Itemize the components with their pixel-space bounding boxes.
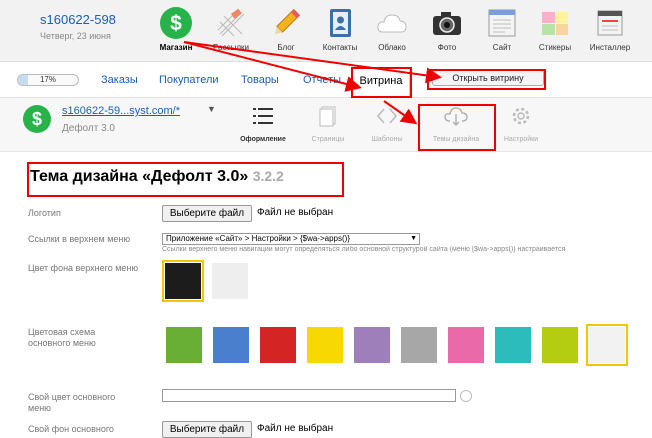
own-bg-label: Свой фон основного меню: [28, 424, 114, 438]
annotation-box-page-title: [27, 162, 344, 197]
app-site[interactable]: Сайт: [474, 6, 530, 52]
tool-label: Настройки: [503, 136, 539, 143]
scheme-swatch[interactable]: [260, 327, 296, 363]
app-bar: s160622-598 Четверг, 23 июня $ Магазин Р…: [0, 0, 652, 62]
own-color-label: Свой цвет основного меню: [28, 392, 116, 413]
app-label: Магазин: [159, 43, 193, 52]
logo-label: Логотип: [28, 208, 61, 218]
contacts-book-icon: [330, 9, 351, 37]
annotation-box-design-themes: [418, 104, 496, 151]
app-blog[interactable]: Блог: [258, 6, 314, 52]
choose-bg-file-button[interactable]: Выберите файл: [162, 421, 252, 438]
list-icon: [253, 108, 273, 124]
scheme-swatch[interactable]: [354, 327, 390, 363]
shop-nav-bar: 17% Заказы Покупатели Товары Отчеты Витр…: [0, 62, 652, 98]
tool-label: Оформление: [240, 136, 286, 143]
app-label: Стикеры: [538, 43, 572, 52]
storefront-header: $ s160622-59...syst.com/* ▼ Дефолт 3.0 О…: [0, 98, 652, 152]
app-label: Блог: [277, 43, 295, 52]
tool-templates[interactable]: Шаблоны: [352, 104, 422, 143]
shop-dollar-icon: $: [23, 105, 51, 133]
app-label: Облако: [378, 43, 406, 52]
annotation-box-open-showcase: [427, 69, 546, 90]
mailer-icon: [217, 8, 245, 37]
nav-customers[interactable]: Покупатели: [159, 74, 219, 86]
installer-icon: [597, 10, 623, 36]
bg-file-status: Файл не выбран: [257, 423, 334, 434]
scheme-swatch[interactable]: [448, 327, 484, 363]
app-label: Сайт: [492, 43, 512, 52]
pencil-icon: [274, 8, 301, 35]
scheme-swatch[interactable]: [166, 327, 202, 363]
storefront-theme-name: Дефолт 3.0: [62, 123, 115, 134]
tool-design[interactable]: Оформление: [228, 104, 298, 143]
top-menu-label: Ссылки в верхнем меню: [28, 234, 131, 244]
top-menu-value: Приложение «Сайт» > Настройки > {$wa->ap…: [166, 234, 350, 243]
scheme-swatch[interactable]: [495, 327, 531, 363]
progress-text: 17%: [39, 75, 56, 84]
chevron-down-icon[interactable]: ▼: [207, 104, 216, 114]
app-photos[interactable]: Фото: [419, 6, 475, 52]
logo-file-status: Файл не выбран: [257, 207, 334, 218]
scheme-swatch[interactable]: [307, 327, 343, 363]
storefront-url[interactable]: s160622-59...syst.com/*: [62, 105, 180, 117]
account-name[interactable]: s160622-598: [40, 12, 116, 27]
app-label: Инсталлер: [589, 43, 631, 52]
scheme-swatch[interactable]: [542, 327, 578, 363]
annotation-box-showcase: [351, 67, 412, 98]
scheme-swatch[interactable]: [586, 324, 628, 366]
setup-progress[interactable]: 17%: [17, 74, 79, 86]
app-installer[interactable]: Инсталлер: [582, 6, 638, 52]
tool-label: Шаблоны: [371, 136, 403, 143]
pages-icon: [319, 106, 336, 127]
camera-icon: [433, 12, 461, 35]
app-label: Рассылки: [213, 43, 249, 52]
top-menu-select[interactable]: Приложение «Сайт» > Настройки > {$wa->ap…: [162, 233, 420, 245]
scheme-swatch[interactable]: [213, 327, 249, 363]
app-label: Контакты: [322, 43, 358, 52]
nav-products[interactable]: Товары: [241, 74, 279, 86]
app-label: Фото: [437, 43, 457, 52]
gear-icon: [512, 107, 530, 125]
nav-reports[interactable]: Отчеты: [303, 74, 341, 86]
top-bg-label: Цвет фона верхнего меню: [28, 263, 139, 273]
top-menu-hint: Ссылки верхнего меню навигации могут опр…: [162, 246, 566, 253]
tool-settings[interactable]: Настройки: [486, 104, 556, 143]
stickers-icon: [542, 12, 568, 35]
nav-orders[interactable]: Заказы: [101, 74, 138, 86]
svg-text:$: $: [170, 12, 182, 35]
app-cloud[interactable]: Облако: [364, 6, 420, 52]
scheme-label: Цветовая схема основного меню: [28, 327, 96, 348]
svg-text:$: $: [32, 109, 42, 129]
code-brackets-icon: [377, 108, 397, 124]
site-window-icon: [488, 9, 516, 37]
cloud-icon: [377, 14, 407, 33]
app-mailer[interactable]: Рассылки: [203, 6, 259, 52]
current-date: Четверг, 23 июня: [40, 31, 111, 41]
scheme-swatch[interactable]: [401, 327, 437, 363]
app-contacts[interactable]: Контакты: [312, 6, 368, 52]
own-color-input[interactable]: [162, 389, 456, 402]
shop-dollar-icon: $: [160, 7, 192, 39]
top-bg-swatch[interactable]: [212, 263, 248, 299]
chevron-down-icon: ▼: [410, 235, 417, 242]
choose-logo-file-button[interactable]: Выберите файл: [162, 205, 252, 222]
top-bg-swatch[interactable]: [162, 260, 204, 302]
app-stickers[interactable]: Стикеры: [527, 6, 583, 52]
app-shop[interactable]: $ Магазин: [148, 6, 204, 52]
color-preview[interactable]: [460, 390, 472, 402]
